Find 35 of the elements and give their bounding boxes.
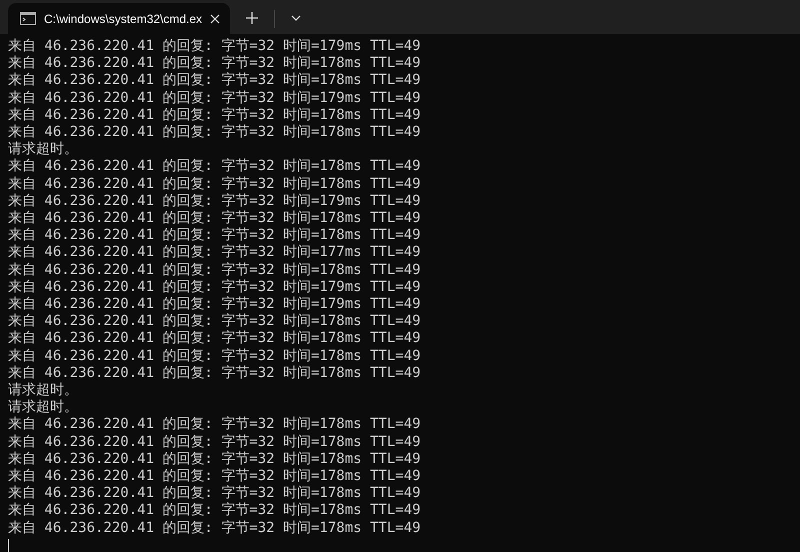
console-line: 来自 46.236.220.41 的回复: 字节=32 时间=178ms TTL=49	[8, 348, 421, 365]
console-line: 来自 46.236.220.41 的回复: 字节=32 时间=178ms TTL=49	[8, 158, 421, 176]
console-line: 来自 46.236.220.41 的回复: 字节=32 时间=178ms TTL=49	[8, 262, 421, 279]
console-line: 请求超时。	[8, 382, 78, 400]
console-line: 来自 46.236.220.41 的回复: 字节=32 时间=178ms TTL=49	[8, 468, 421, 485]
console-line: 来自 46.236.220.41 的回复: 字节=32 时间=178ms TTL=49	[8, 106, 421, 124]
console-line: 来自 46.236.220.41 的回复: 字节=32 时间=178ms TTL=49	[8, 313, 421, 330]
console-line: 来自 46.236.220.41 的回复: 字节=32 时间=178ms TTL=49	[8, 55, 421, 72]
console-line: 来自 46.236.220.41 的回复: 字节=32 时间=177ms TTL=49	[8, 244, 421, 262]
console-line: 来自 46.236.220.41 的回复: 字节=32 时间=178ms TTL=49	[8, 416, 421, 434]
console-line: 请求超时。	[8, 141, 78, 158]
tab-title: C:\windows\system32\cmd.ex	[44, 10, 202, 28]
terminal-tab[interactable]: C:\windows\system32\cmd.ex	[8, 3, 230, 34]
console-line: 来自 46.236.220.41 的回复: 字节=32 时间=178ms TTL=49	[8, 176, 421, 193]
text-cursor	[8, 538, 9, 552]
console-line: 来自 46.236.220.41 的回复: 字节=32 时间=178ms TTL=49	[8, 434, 421, 451]
console-line: 来自 46.236.220.41 的回复: 字节=32 时间=178ms TTL=49	[8, 227, 421, 244]
console-line: 来自 46.236.220.41 的回复: 字节=32 时间=179ms TTL=49	[8, 192, 421, 210]
console-line: 来自 46.236.220.41 的回复: 字节=32 时间=178ms TTL=49	[8, 210, 421, 227]
console-line: 来自 46.236.220.41 的回复: 字节=32 时间=178ms TTL=49	[8, 520, 421, 537]
terminal-icon	[20, 12, 36, 25]
console-line: 来自 46.236.220.41 的回复: 字节=32 时间=179ms TTL=49	[8, 278, 421, 296]
console-line: 来自 46.236.220.41 的回复: 字节=32 时间=179ms TTL=49	[8, 296, 421, 313]
console-line: 来自 46.236.220.41 的回复: 字节=32 时间=178ms TTL=49	[8, 330, 421, 348]
console-line: 来自 46.236.220.41 的回复: 字节=32 时间=178ms TTL=49	[8, 364, 421, 382]
console-line: 来自 46.236.220.41 的回复: 字节=32 时间=178ms TTL=49	[8, 485, 421, 502]
console-line: 来自 46.236.220.41 的回复: 字节=32 时间=178ms TTL=49	[8, 502, 421, 520]
console-line: 来自 46.236.220.41 的回复: 字节=32 时间=178ms TTL=49	[8, 124, 421, 142]
console-line: 来自 46.236.220.41 的回复: 字节=32 时间=178ms TTL=49	[8, 450, 421, 468]
console-line: 来自 46.236.220.41 的回复: 字节=32 时间=178ms TTL=49	[8, 72, 421, 90]
console-line: 请求超时。	[8, 399, 78, 416]
new-tab-button[interactable]	[246, 10, 258, 26]
console-line: 来自 46.236.220.41 的回复: 字节=32 时间=179ms TTL=49	[8, 90, 421, 107]
close-tab-button[interactable]	[210, 12, 220, 24]
console-line: 来自 46.236.220.41 的回复: 字节=32 时间=179ms TTL=49	[8, 38, 421, 55]
